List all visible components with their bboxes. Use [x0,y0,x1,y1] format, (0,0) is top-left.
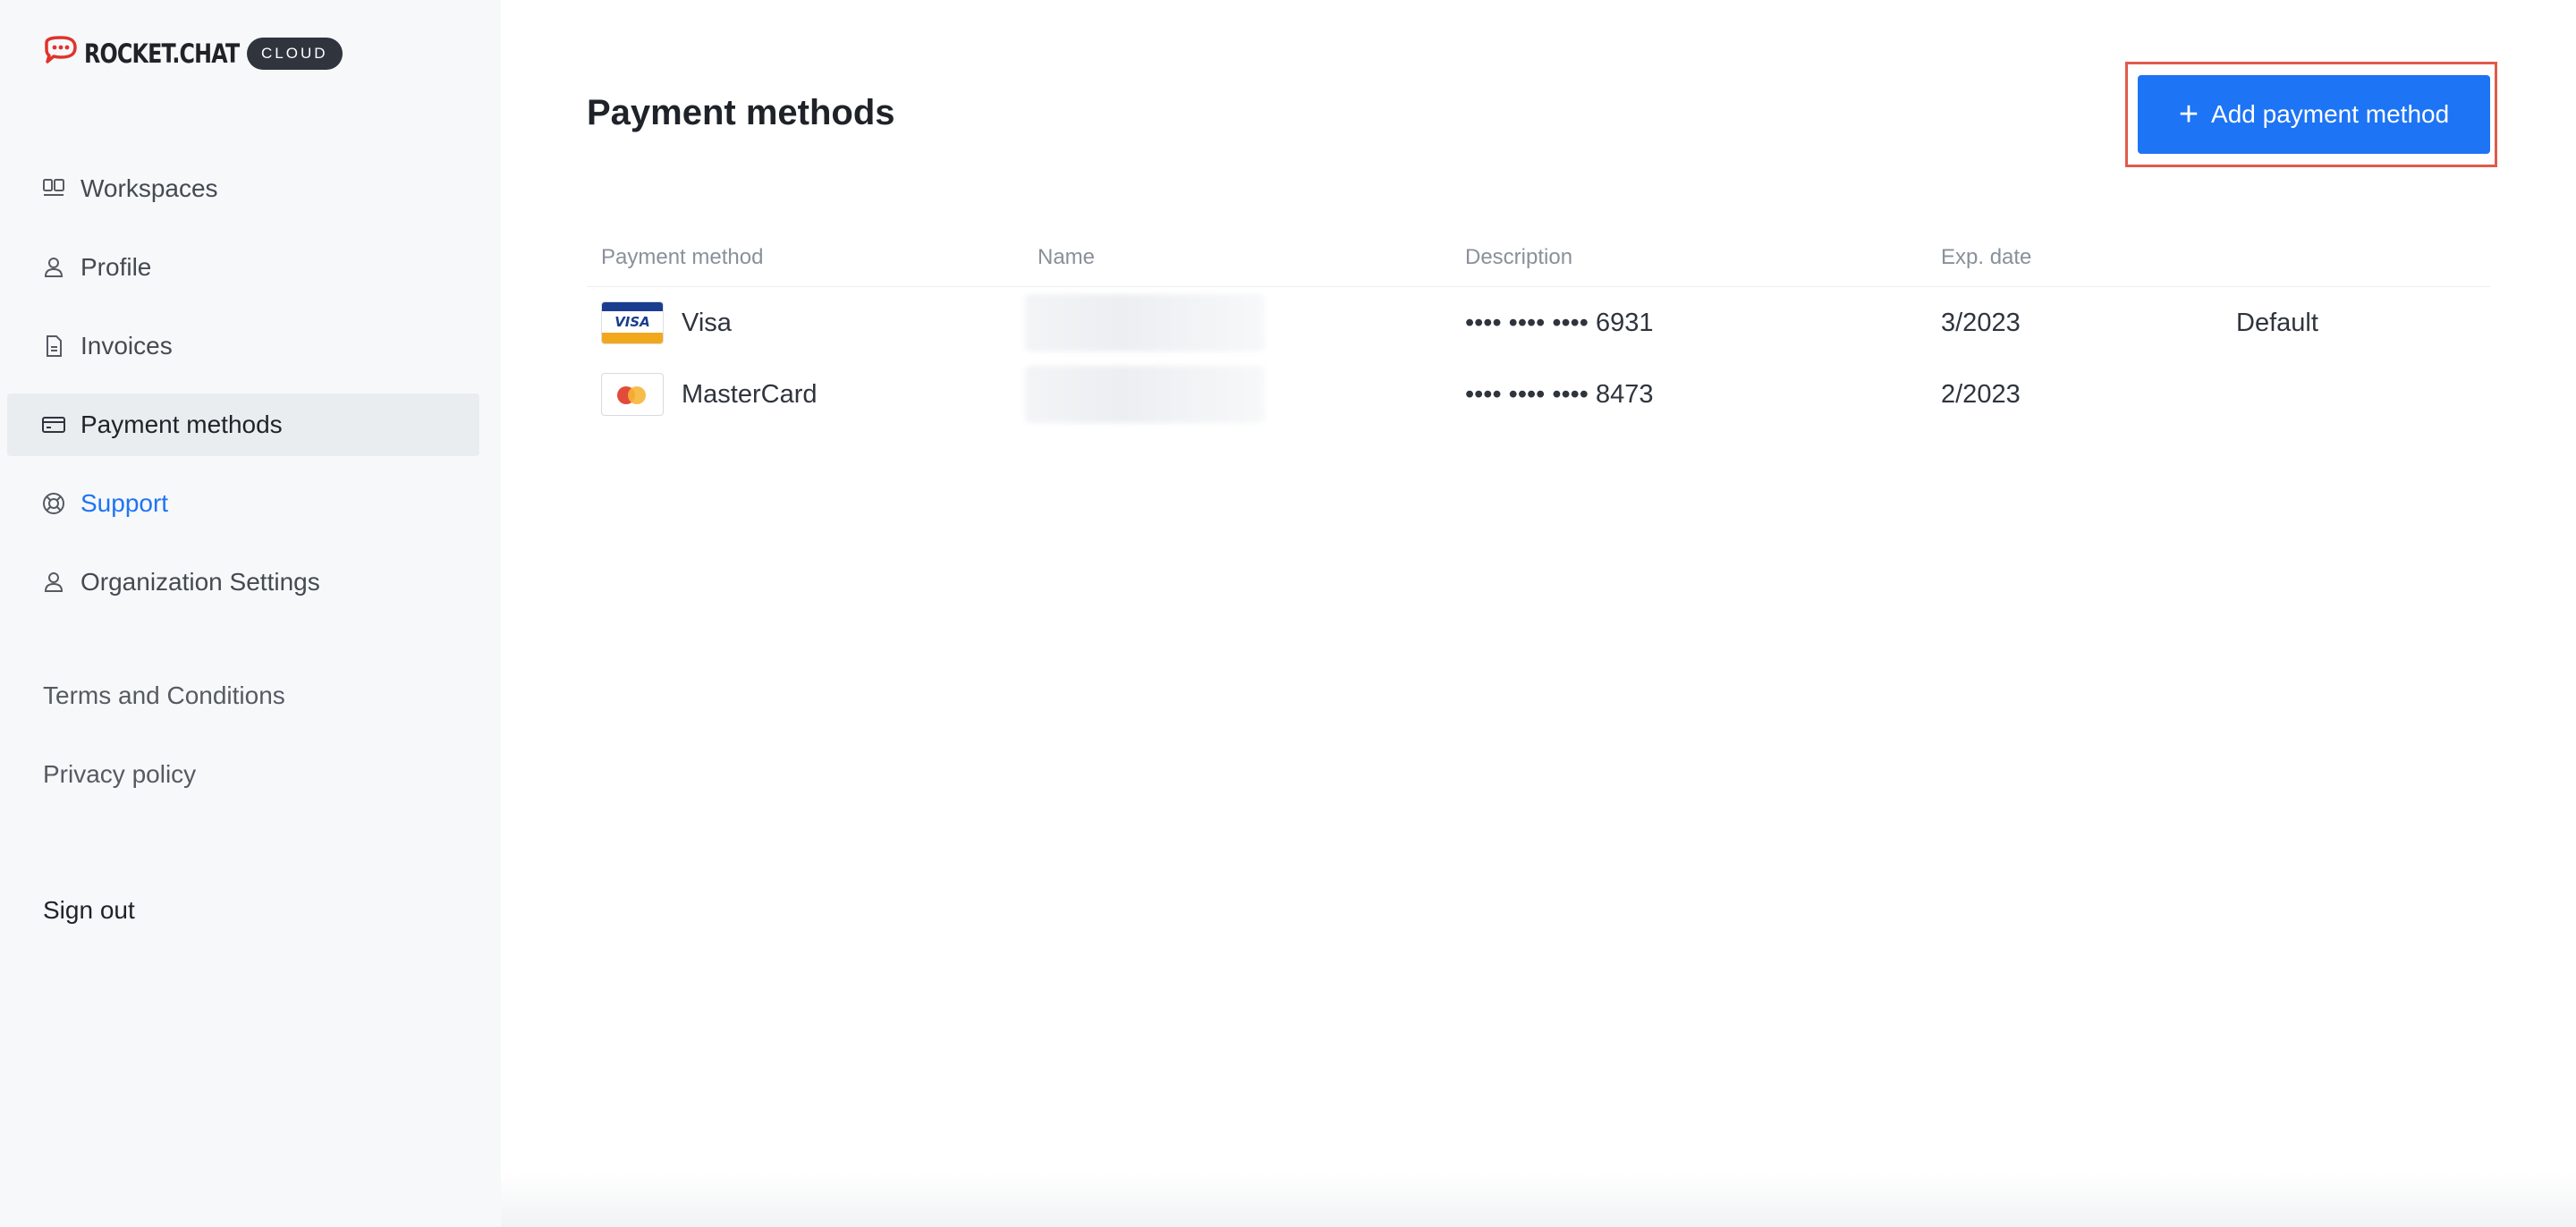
column-header-name: Name [1038,245,1096,269]
sidebar-item-label: Workspaces [80,174,218,202]
page-title: Payment methods [587,93,895,132]
column-header-exp-date: Exp. date [1941,245,2032,269]
sidebar-item-label: Profile [80,253,152,281]
sidebar-item-label: Payment methods [80,410,283,438]
terms-link[interactable]: Terms and Conditions [43,681,285,710]
user-icon [44,258,64,277]
expiration-date: 3/2023 [1941,309,2021,337]
rocket-chat-logo-icon [45,36,77,63]
mastercard-icon [601,373,664,416]
sidebar-nav: Workspaces Profile Invoices Payment meth… [7,157,479,630]
brand-name: ROCKET.CHAT [84,38,240,69]
sidebar-item-support[interactable]: Support [7,472,479,535]
credit-card-icon [42,417,65,433]
main-content: Payment methods + Add payment method Pay… [501,0,2576,1227]
sidebar-item-profile[interactable]: Profile [7,236,479,299]
add-payment-method-label: Add payment method [2211,100,2450,128]
sidebar: ROCKET.CHAT CLOUD Workspaces Profile Inv… [0,0,501,1227]
workspaces-icon [43,179,64,196]
table-row[interactable]: VISA Visa •••• •••• •••• 6931 3/2023 Def… [587,287,2490,359]
privacy-link[interactable]: Privacy policy [43,760,196,789]
plus-icon: + [2178,96,2199,133]
support-icon [43,493,64,514]
add-payment-method-button[interactable]: + Add payment method [2138,75,2490,154]
table-row[interactable]: MasterCard •••• •••• •••• 8473 2/2023 [587,359,2490,430]
sign-out-link[interactable]: Sign out [43,896,135,925]
sidebar-item-label: Invoices [80,332,173,360]
card-description: •••• •••• •••• 8473 [1465,380,1654,409]
brand-logo[interactable]: ROCKET.CHAT CLOUD [41,34,343,73]
sidebar-item-organization-settings[interactable]: Organization Settings [7,551,479,614]
sidebar-item-payment-methods[interactable]: Payment methods [7,393,479,456]
payment-methods-table: Payment method Name Description Exp. dat… [587,241,2490,430]
default-badge: Default [2236,309,2318,337]
bottom-fade [501,1173,2576,1227]
sidebar-item-label: Support [80,489,169,517]
payment-method-name: MasterCard [682,380,818,409]
payment-method-name: Visa [682,309,732,337]
visa-card-icon: VISA [601,301,664,344]
column-header-description: Description [1465,245,1573,269]
column-header-payment-method: Payment method [601,245,764,269]
sidebar-item-invoices[interactable]: Invoices [7,315,479,377]
table-header: Payment method Name Description Exp. dat… [587,241,2490,287]
cloud-badge: CLOUD [247,38,343,70]
sidebar-item-workspaces[interactable]: Workspaces [7,157,479,220]
expiration-date: 2/2023 [1941,380,2021,409]
sidebar-item-label: Organization Settings [80,568,320,596]
document-icon [47,335,62,357]
user-icon [44,572,64,592]
blurred-cardholder-name [1025,366,1265,423]
card-description: •••• •••• •••• 6931 [1465,309,1654,337]
blurred-cardholder-name [1025,294,1265,351]
